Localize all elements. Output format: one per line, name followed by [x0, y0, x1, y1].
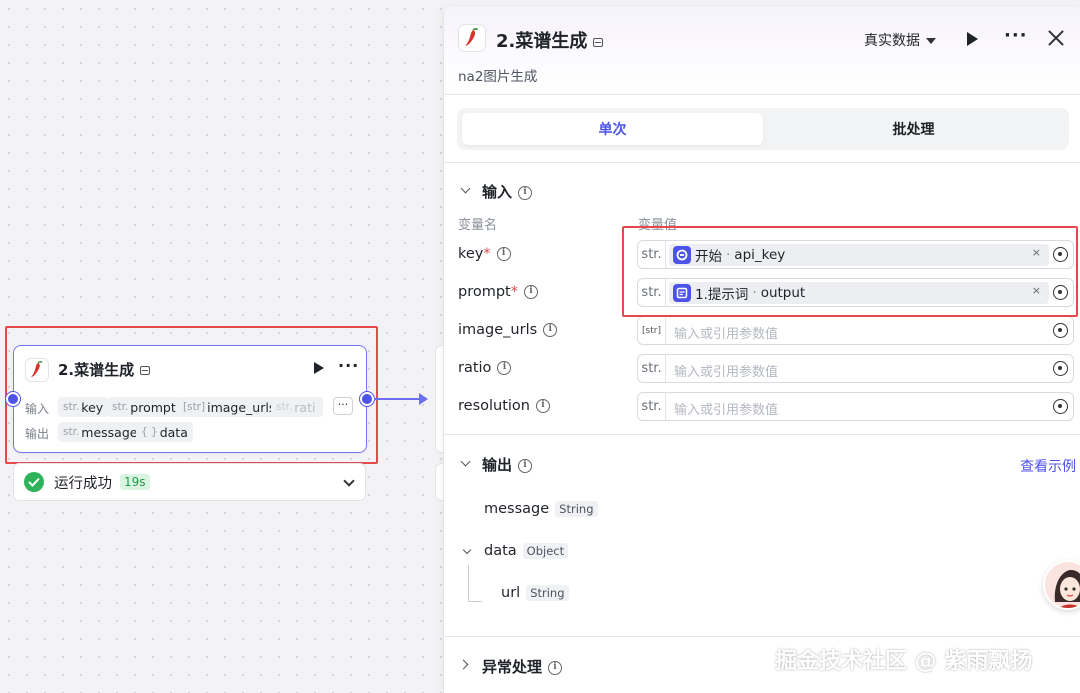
var-name-ratio: ratio i	[458, 360, 512, 376]
var-name-resolution: resolution i	[458, 398, 550, 414]
debug-icon[interactable]	[140, 366, 151, 375]
variable-picker-icon[interactable]	[1053, 399, 1068, 414]
node-output-label: 输出	[25, 427, 50, 441]
placeholder-text: 输入或引用参数值	[674, 365, 779, 380]
variable-picker-icon[interactable]	[1053, 361, 1068, 376]
chevron-down-icon[interactable]	[343, 475, 355, 487]
type-selector[interactable]: str.	[638, 393, 666, 420]
info-icon[interactable]: i	[548, 660, 563, 675]
info-icon[interactable]: i	[518, 458, 533, 473]
ratio-input[interactable]: str. 输入或引用参数值	[637, 354, 1074, 383]
placeholder-text: 输入或引用参数值	[674, 327, 779, 342]
output-message: message String	[484, 501, 598, 517]
view-example-link[interactable]: 查看示例	[1020, 456, 1076, 476]
mode-tabs: 单次 批处理	[457, 108, 1069, 150]
run-button[interactable]	[967, 32, 978, 46]
data-mode-dropdown[interactable]: 真实数据	[864, 30, 936, 50]
more-inputs-button[interactable]: ···	[333, 397, 353, 415]
node-title: 2.菜谱生成	[58, 359, 151, 380]
panel-subtitle: na2图片生成	[458, 69, 538, 85]
run-status-text: 运行成功	[54, 475, 112, 492]
info-icon[interactable]: i	[535, 399, 550, 413]
info-icon[interactable]: i	[523, 285, 538, 299]
debug-icon[interactable]	[593, 37, 604, 47]
variable-picker-icon[interactable]	[1053, 323, 1068, 338]
output-url: url String	[501, 585, 569, 601]
node-more-button[interactable]: ···	[338, 356, 359, 375]
chevron-down-icon[interactable]	[460, 456, 471, 467]
node-output-chip: { } data	[136, 422, 193, 442]
image-urls-input[interactable]: [str] 输入或引用参数值	[637, 316, 1074, 345]
node-settings-panel: 2.菜谱生成 na2图片生成 真实数据 ··· 单次 批处理 输入 i 变量名 变…	[443, 7, 1080, 693]
node-output-chip: str. message	[58, 422, 143, 442]
edge-arrow-icon	[419, 393, 428, 405]
node-input-chip: str. rati	[271, 397, 323, 417]
tree-line	[468, 565, 469, 601]
divider	[444, 162, 1080, 163]
run-duration-badge: 19s	[120, 474, 150, 490]
caret-down-icon	[926, 38, 936, 44]
highlight-box-inputs	[622, 226, 1078, 317]
divider	[444, 636, 1080, 637]
type-badge: String	[526, 585, 569, 601]
chevron-down-icon[interactable]	[460, 183, 471, 194]
watermark: 掘金技术社区 @ 紫雨飘扬	[775, 649, 1033, 674]
info-icon[interactable]: i	[496, 247, 511, 261]
more-button[interactable]: ···	[1004, 25, 1028, 46]
workflow-node-card[interactable]: 2.菜谱生成 ··· 输入 str. key str. prompt [str] im…	[13, 345, 367, 453]
tree-line	[468, 601, 482, 602]
run-status-bar[interactable]: 运行成功 19s	[13, 463, 366, 501]
chevron-right-icon[interactable]	[458, 659, 469, 670]
info-icon[interactable]: i	[518, 185, 533, 200]
panel-title: 2.菜谱生成	[496, 27, 604, 53]
var-name-prompt: prompt* i	[458, 284, 538, 300]
node-input-label: 输入	[25, 402, 50, 416]
tab-single[interactable]: 单次	[462, 113, 763, 145]
type-selector[interactable]: str.	[638, 355, 666, 382]
info-icon[interactable]: i	[497, 361, 512, 375]
chevron-down-icon[interactable]	[462, 545, 472, 555]
node-input-chip: str. prompt	[107, 397, 181, 417]
error-section-title[interactable]: 异常处理 i	[482, 656, 563, 677]
output-data: data Object	[484, 543, 569, 559]
type-badge: Object	[522, 543, 569, 559]
close-icon[interactable]	[1047, 29, 1065, 47]
input-section-title[interactable]: 输入 i	[482, 181, 533, 202]
placeholder-text: 输入或引用参数值	[674, 403, 779, 418]
node-input-port[interactable]	[6, 392, 20, 406]
output-section-title[interactable]: 输出 i	[482, 454, 533, 475]
node-input-chip: [str] image_urls	[178, 397, 281, 417]
node-output-port[interactable]	[360, 392, 374, 406]
var-name-image-urls: image_urls i	[458, 322, 558, 338]
chili-pepper-icon	[25, 358, 49, 382]
assistant-avatar[interactable]	[1043, 560, 1080, 610]
resolution-input[interactable]: str. 输入或引用参数值	[637, 392, 1074, 421]
tab-batch[interactable]: 批处理	[763, 113, 1064, 145]
chili-pepper-icon	[458, 24, 486, 52]
node-input-chip: str. key	[58, 397, 109, 417]
column-header-name: 变量名	[458, 218, 498, 233]
divider	[444, 434, 1080, 435]
info-icon[interactable]: i	[543, 323, 558, 337]
check-circle-icon	[24, 472, 44, 492]
var-name-key: key* i	[458, 246, 511, 262]
type-selector[interactable]: [str]	[638, 317, 666, 344]
panel-header: 2.菜谱生成 na2图片生成 真实数据 ···	[444, 7, 1080, 95]
type-badge: String	[555, 501, 598, 517]
run-node-button[interactable]	[314, 362, 324, 374]
